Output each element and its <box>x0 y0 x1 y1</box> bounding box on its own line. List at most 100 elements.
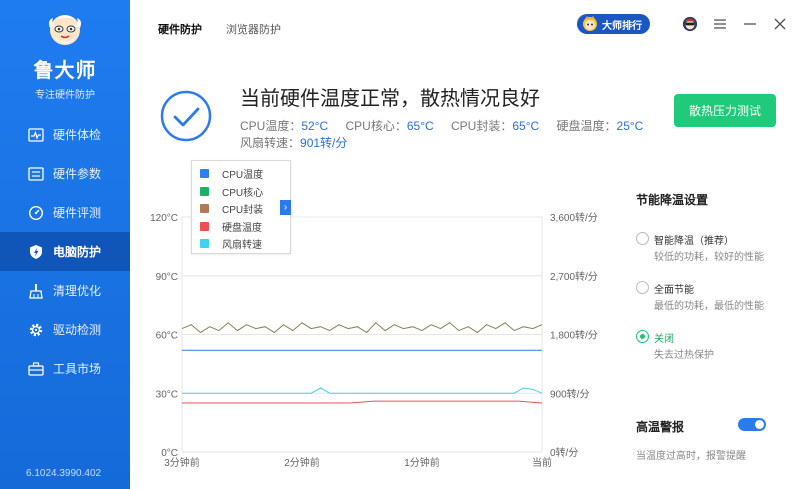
fan-speed-value: 901转/分 <box>300 136 348 150</box>
sidebar-item-hardware-benchmark[interactable]: 硬件评测 <box>0 193 130 232</box>
check-circle-icon <box>160 90 212 142</box>
shield-bolt-icon <box>28 244 44 260</box>
version-label: 6.1024.3990.402 <box>26 468 102 479</box>
cpu-package-label: CPU封装： <box>451 119 513 133</box>
series-line-硬盘温度 <box>182 400 543 404</box>
legend-label: CPU核心 <box>222 187 264 199</box>
app-name: 鲁大师 <box>33 60 97 82</box>
legend-label: CPU封装 <box>222 205 264 217</box>
x-tick-label: 3分钟前 <box>164 456 200 469</box>
sidebar: 鲁大师 专注硬件防护 硬件体检 硬件参数 硬件评测 电脑防护 清理优化 驱动检测… <box>0 0 130 489</box>
tab-hardware-protection[interactable]: 硬件防护 <box>158 21 202 37</box>
cooling-settings-title: 节能降温设置 <box>636 193 709 207</box>
legend-label: 风扇转速 <box>222 240 262 252</box>
option-label: 智能降温（推荐） <box>654 236 734 247</box>
radio-off[interactable] <box>636 330 649 343</box>
legend-item-fan-speed[interactable]: 风扇转速 <box>200 235 290 253</box>
high-temp-alarm-title: 高温警报 <box>636 420 685 434</box>
legend-swatch <box>200 204 209 214</box>
logo: 鲁大师 专注硬件防护 <box>0 10 130 101</box>
tab-browser-protection[interactable]: 浏览器防护 <box>226 21 281 37</box>
gauge-icon <box>28 205 44 221</box>
sidebar-item-label: 硬件体检 <box>53 128 102 142</box>
rank-label: 大师排行 <box>602 20 642 32</box>
legend-swatch <box>200 239 209 249</box>
x-tick-label: 2分钟前 <box>284 456 320 469</box>
y-left-tick-label: 30°C <box>156 389 178 400</box>
legend-item-cpu-package[interactable]: CPU封装 <box>200 200 290 218</box>
gear-icon <box>28 322 44 338</box>
high-temp-alarm-toggle[interactable] <box>738 418 766 431</box>
legend-collapse-chevron-icon[interactable]: › <box>280 200 291 215</box>
cpu-temp-label: CPU温度： <box>240 119 302 133</box>
cpu-core-value: 65°C <box>406 119 434 133</box>
rank-button[interactable]: 大师排行 <box>577 14 650 34</box>
status-headline: 当前硬件温度正常，散热情况良好 <box>240 88 540 110</box>
master-face-icon <box>581 15 599 33</box>
option-desc: 最低的功耗，最低的性能 <box>654 301 764 312</box>
list-icon <box>28 166 44 182</box>
y-right-tick-label: 0转/分 <box>550 446 578 459</box>
sidebar-item-driver-check[interactable]: 驱动检测 <box>0 310 130 349</box>
sidebar-item-label: 驱动检测 <box>53 323 102 337</box>
sidebar-item-cleanup[interactable]: 清理优化 <box>0 271 130 310</box>
sidebar-item-hardware-checkup[interactable]: 硬件体检 <box>0 115 130 154</box>
series-line-CPU封装 <box>181 322 543 334</box>
close-icon[interactable] <box>772 16 788 32</box>
disk-temp-value: 25°C <box>616 119 644 133</box>
master-lu-logo-icon <box>45 10 85 50</box>
sidebar-item-label: 工具市场 <box>53 362 102 376</box>
option-desc: 失去过热保护 <box>654 350 714 361</box>
sidebar-item-label: 清理优化 <box>53 284 102 298</box>
app-subtitle: 专注硬件防护 <box>35 90 95 101</box>
y-right-tick-label: 900转/分 <box>550 387 589 400</box>
fan-speed-label: 风扇转速： <box>240 136 301 150</box>
legend-item-disk-temp[interactable]: 硬盘温度 <box>200 218 290 236</box>
series-line-风扇转速 <box>182 387 543 394</box>
y-right-tick-label: 2,700转/分 <box>550 270 598 283</box>
radio-full-saving[interactable] <box>636 281 649 294</box>
toolbox-icon <box>28 361 44 377</box>
menu-icon[interactable] <box>712 16 728 32</box>
fan-speed-readout: 风扇转速：901转/分 <box>240 134 347 151</box>
high-temp-alarm-desc: 当温度过高时，报警提醒 <box>636 451 746 462</box>
option-label: 关闭 <box>654 334 674 345</box>
sidebar-item-label: 电脑防护 <box>53 245 102 259</box>
temperature-readouts: CPU温度：52°C CPU核心：65°C CPU封装：65°C 硬盘温度：25… <box>240 117 657 134</box>
legend-swatch <box>200 169 209 179</box>
disk-temp-label: 硬盘温度： <box>556 119 617 133</box>
cpu-core-label: CPU核心： <box>345 119 407 133</box>
cpu-temp-value: 52°C <box>301 119 329 133</box>
option-label: 全面节能 <box>654 285 694 296</box>
y-left-tick-label: 60°C <box>156 331 178 342</box>
legend-label: 硬盘温度 <box>222 222 262 234</box>
legend-item-cpu-core[interactable]: CPU核心 <box>200 183 290 201</box>
tab-bar: 硬件防护 浏览器防护 <box>158 21 305 37</box>
radio-smart-cooling[interactable] <box>636 232 649 245</box>
sidebar-item-tool-market[interactable]: 工具市场 <box>0 349 130 388</box>
sidebar-item-hardware-params[interactable]: 硬件参数 <box>0 154 130 193</box>
chart-legend: CPU温度 CPU核心 CPU封装 硬盘温度 风扇转速 <box>191 160 291 254</box>
sidebar-nav: 硬件体检 硬件参数 硬件评测 电脑防护 清理优化 驱动检测 工具市场 <box>0 115 130 388</box>
y-left-tick-label: 90°C <box>156 272 178 283</box>
window-controls: 大师排行 <box>577 14 788 34</box>
avatar-icon[interactable] <box>682 16 698 32</box>
x-tick-label: 当前 <box>532 456 552 469</box>
legend-swatch <box>200 221 209 231</box>
legend-item-cpu-temp[interactable]: CPU温度 <box>200 165 290 183</box>
sidebar-item-label: 硬件参数 <box>53 167 102 181</box>
pulse-icon <box>28 127 44 143</box>
stress-test-button[interactable]: 散热压力测试 <box>674 94 776 127</box>
broom-icon <box>28 283 44 299</box>
sidebar-item-label: 硬件评测 <box>53 206 102 220</box>
y-right-tick-label: 3,600转/分 <box>550 211 598 224</box>
y-left-tick-label: 120°C <box>150 213 178 224</box>
option-desc: 较低的功耗，较好的性能 <box>654 252 764 263</box>
legend-swatch <box>200 186 209 196</box>
sidebar-item-pc-protection[interactable]: 电脑防护 <box>0 232 130 271</box>
x-tick-label: 1分钟前 <box>404 456 440 469</box>
cpu-package-value: 65°C <box>512 119 540 133</box>
y-right-tick-label: 1,800转/分 <box>550 329 598 342</box>
legend-label: CPU温度 <box>222 170 264 182</box>
minimize-icon[interactable] <box>742 16 758 32</box>
